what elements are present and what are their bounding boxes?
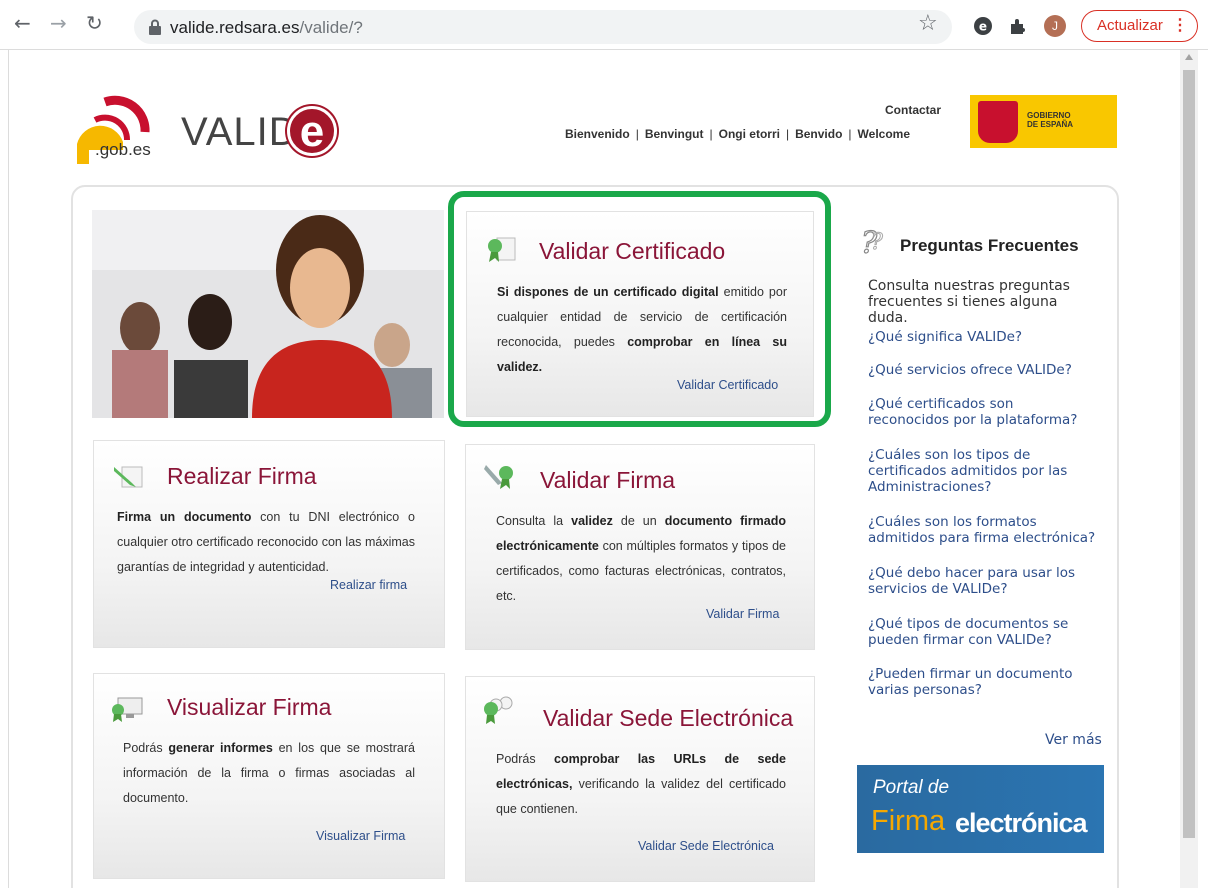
menu-dots-icon[interactable]: ⋮	[1172, 11, 1188, 41]
scroll-thumb[interactable]	[1183, 70, 1195, 838]
profile-avatar[interactable]: J	[1044, 15, 1066, 37]
gobierno-espana-logo[interactable]: GOBIERNO DE ESPAÑA	[970, 95, 1117, 148]
lang-link-eu[interactable]: Ongi etorri	[719, 127, 780, 141]
page-viewport: .gob.es VALID e Contactar Bienvenido | Ben…	[8, 50, 1198, 888]
browser-toolbar: ← → ↻ valide.redsara.es/valide/? ☆ e J A…	[0, 0, 1208, 50]
faq-link[interactable]: ¿Cuáles son los formatos admitidos para …	[868, 514, 1104, 546]
update-button[interactable]: Actualizar ⋮	[1081, 10, 1198, 42]
card-realizar-firma: Realizar Firma Firma un documento con tu…	[93, 440, 445, 648]
sede-certificate-icon	[484, 696, 513, 724]
card-visualizar-firma: Visualizar Firma Podrás generar informes…	[93, 673, 445, 879]
validar-sede-link[interactable]: Validar Sede Electrónica	[638, 839, 774, 853]
pen-sign-icon	[114, 466, 143, 488]
language-nav: Bienvenido | Benvingut | Ongi etorri | Benvido…	[565, 127, 911, 141]
validate-signature-icon	[484, 465, 513, 489]
contact-link[interactable]: Contactar	[885, 103, 941, 117]
bookmark-star-icon[interactable]: ☆	[918, 11, 938, 36]
lang-link-es[interactable]: Bienvenido	[565, 127, 630, 141]
visualizar-firma-link[interactable]: Visualizar Firma	[316, 829, 405, 843]
ver-mas-link[interactable]: Ver más	[1045, 732, 1102, 748]
portal-firma-banner[interactable]: Portal de Firma electrónica	[857, 765, 1104, 853]
lang-link-gl[interactable]: Benvido	[795, 127, 842, 141]
realizar-firma-link[interactable]: Realizar firma	[330, 578, 407, 592]
faq-link[interactable]: ¿Pueden firmar un documento varias perso…	[868, 666, 1088, 698]
card-validar-firma: Validar Firma Consulta la validez de un …	[465, 444, 815, 650]
coat-of-arms-icon	[978, 101, 1018, 143]
scroll-up-icon[interactable]	[1185, 54, 1193, 60]
gob-es-text: .gob.es	[95, 140, 151, 159]
extension-e-icon[interactable]: e	[973, 16, 993, 36]
faq-link[interactable]: ¿Cuáles son los tipos de certificados ad…	[868, 447, 1088, 495]
validar-firma-link[interactable]: Validar Firma	[706, 607, 779, 621]
faq-link[interactable]: ¿Qué servicios ofrece VALIDe?	[868, 362, 1104, 378]
forward-icon[interactable]: →	[50, 13, 67, 33]
lang-link-ca[interactable]: Benvingut	[645, 127, 704, 141]
lock-icon	[149, 19, 161, 35]
reload-icon[interactable]: ↻	[86, 13, 103, 33]
faq-intro: Consulta nuestras preguntas frecuentes s…	[868, 278, 1070, 326]
question-icon: ? ?	[860, 225, 883, 259]
svg-text:?: ?	[871, 230, 883, 255]
faq-link[interactable]: ¿Qué significa VALIDe?	[868, 329, 1104, 345]
card-description: Firma un documento con tu DNI electrónic…	[117, 510, 416, 574]
hero-photo	[92, 210, 444, 418]
vertical-scrollbar[interactable]	[1180, 50, 1198, 888]
card-description: Podrás comprobar las URLs de sede electr…	[496, 752, 786, 816]
extensions-puzzle-icon[interactable]	[1008, 16, 1028, 36]
url-text[interactable]: valide.redsara.es/valide/?	[170, 18, 363, 38]
highlight-box	[448, 191, 831, 427]
address-bar[interactable]: valide.redsara.es/valide/?	[134, 10, 952, 44]
faq-link[interactable]: ¿Qué tipos de documentos se pueden firma…	[868, 616, 1088, 648]
faq-link[interactable]: ¿Qué certificados son reconocidos por la…	[868, 396, 1094, 428]
monitor-icon	[112, 697, 143, 722]
card-description: Consulta la validez de un documento firm…	[496, 514, 786, 603]
faq-link[interactable]: ¿Qué debo hacer para usar los servicios …	[868, 565, 1088, 597]
card-validar-sede: Validar Sede Electrónica Podrás comproba…	[465, 676, 815, 882]
card-description: Podrás generar informes en los que se mo…	[123, 741, 415, 805]
back-icon[interactable]: ←	[14, 13, 31, 33]
lang-link-en[interactable]: Welcome	[858, 127, 910, 141]
svg-text:e: e	[979, 20, 987, 34]
